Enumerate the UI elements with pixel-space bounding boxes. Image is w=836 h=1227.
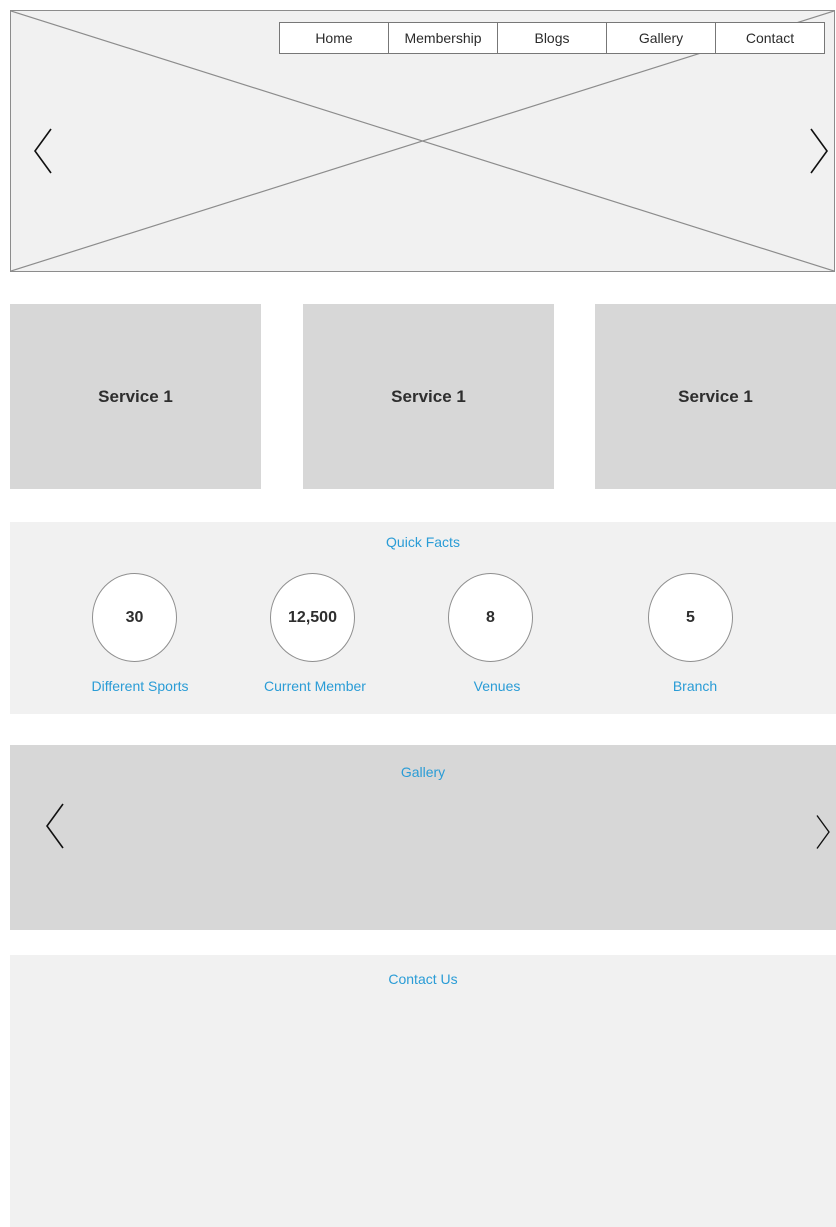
gallery-title: Gallery (400, 764, 446, 780)
fact-value: 30 (125, 608, 144, 626)
fact-circle: 12,500 (270, 573, 355, 662)
hero-next-button[interactable] (808, 127, 830, 175)
service-label: Service 1 (391, 386, 466, 406)
page: Home Membership Blogs Gallery Contact Se… (0, 0, 836, 1227)
gallery-prev-button[interactable] (44, 802, 66, 850)
fact-circle: 30 (92, 573, 177, 662)
main-nav: Home Membership Blogs Gallery Contact (279, 22, 825, 54)
nav-contact[interactable]: Contact (715, 23, 824, 53)
fact-label: Venues (473, 678, 521, 694)
gallery-section: Gallery (10, 745, 836, 930)
fact-value: 8 (486, 608, 495, 626)
hero-slider: Home Membership Blogs Gallery Contact (10, 10, 835, 272)
service-label: Service 1 (98, 386, 173, 406)
fact-value: 5 (686, 608, 695, 626)
gallery-next-button[interactable] (814, 814, 832, 850)
nav-blogs[interactable]: Blogs (497, 23, 606, 53)
nav-gallery[interactable]: Gallery (606, 23, 715, 53)
chevron-right-icon (810, 128, 828, 174)
nav-home[interactable]: Home (280, 23, 388, 53)
contact-title: Contact Us (388, 971, 458, 987)
fact-label: Different Sports (91, 678, 189, 694)
chevron-right-icon (816, 815, 830, 849)
chevron-left-icon (46, 803, 64, 849)
fact-value: 12,500 (288, 608, 337, 626)
fact-circle: 8 (448, 573, 533, 662)
service-card[interactable]: Service 1 (10, 304, 261, 489)
nav-membership[interactable]: Membership (388, 23, 497, 53)
quick-facts-title: Quick Facts (386, 534, 460, 550)
service-label: Service 1 (678, 386, 753, 406)
chevron-left-icon (34, 128, 52, 174)
fact-label: Branch (672, 678, 718, 694)
hero-prev-button[interactable] (32, 127, 54, 175)
service-card[interactable]: Service 1 (595, 304, 836, 489)
fact-circle: 5 (648, 573, 733, 662)
service-card[interactable]: Service 1 (303, 304, 554, 489)
quick-facts-section: Quick Facts 30 Different Sports 12,500 C… (10, 522, 836, 714)
fact-label: Current Member (264, 678, 366, 694)
contact-section: Contact Us (10, 955, 836, 1227)
